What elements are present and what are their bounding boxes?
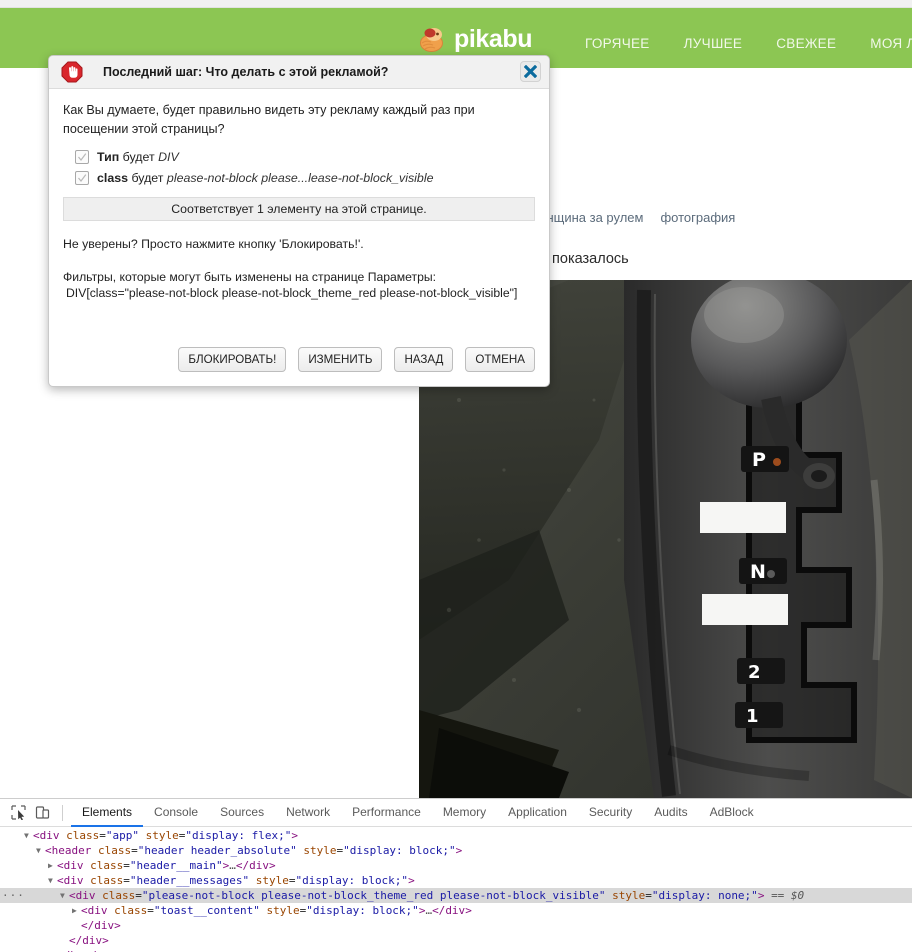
- screen: pikabu ГОРЯЧЕЕ ЛУЧШЕЕ СВЕЖЕЕ МОЯ ЛЕН ь? …: [0, 0, 912, 952]
- chevron-right-icon[interactable]: ▶: [48, 858, 57, 873]
- chevron-right-icon[interactable]: ▶: [72, 903, 81, 918]
- inspect-element-icon[interactable]: [6, 802, 30, 824]
- dom-node[interactable]: ▶ <div class="toast__content" style="disp…: [0, 903, 912, 918]
- dom-node[interactable]: </div>: [0, 918, 912, 933]
- tab-elements[interactable]: Elements: [71, 799, 143, 827]
- nav-item-best[interactable]: ЛУЧШЕЕ: [684, 36, 743, 51]
- nav-item-fresh[interactable]: СВЕЖЕЕ: [776, 36, 836, 51]
- dialog-title: Последний шаг: Что делать с этой рекламо…: [103, 65, 389, 79]
- tab-sources[interactable]: Sources: [209, 799, 275, 827]
- adblock-dialog: Последний шаг: Что делать с этой рекламо…: [48, 55, 550, 387]
- tab-application[interactable]: Application: [497, 799, 578, 827]
- chevron-down-icon[interactable]: ▼: [48, 873, 57, 888]
- pikabu-hedgehog-logo-icon: [418, 26, 445, 53]
- dom-tree[interactable]: ▼ <div class="app" style="display: flex;"…: [0, 827, 912, 952]
- nav-item-my-feed[interactable]: МОЯ ЛЕН: [870, 36, 912, 51]
- condition-verb: будет: [131, 171, 164, 185]
- dom-node[interactable]: </div>: [0, 933, 912, 948]
- dialog-body: Как Вы думаете, будет правильно видеть э…: [49, 89, 549, 300]
- condition-value: please-not-block please...lease-not-bloc…: [166, 171, 434, 185]
- condition-verb: будет: [122, 150, 155, 164]
- cancel-button[interactable]: ОТМЕНА: [465, 347, 535, 372]
- svg-text:P: P: [752, 449, 766, 471]
- dom-node-markup: <div class="header__messages" style="dis…: [57, 874, 415, 887]
- condition-row-class[interactable]: class будет please-not-block please...le…: [75, 170, 535, 186]
- edit-button[interactable]: ИЗМЕНИТЬ: [298, 347, 383, 372]
- dom-node[interactable]: </header>: [0, 948, 912, 952]
- nav-item-hot[interactable]: ГОРЯЧЕЕ: [585, 36, 650, 51]
- condition-list: Тип будет DIV class будет please-not-blo…: [63, 149, 535, 186]
- dom-node-markup: </header>: [57, 948, 117, 952]
- dom-node-menu-icon[interactable]: ···: [2, 888, 25, 903]
- tab-performance[interactable]: Performance: [341, 799, 432, 827]
- condition-row-type[interactable]: Тип будет DIV: [75, 149, 535, 165]
- devtools-tabs: Elements Console Sources Network Perform…: [71, 799, 765, 827]
- condition-key: class: [97, 171, 129, 185]
- dom-node-markup: <div class="please-not-block please-not-…: [69, 889, 805, 902]
- match-count-banner: Соответствует 1 элементу на этой страниц…: [63, 197, 535, 221]
- tab-adblock[interactable]: AdBlock: [699, 799, 765, 827]
- dom-node-markup: <div class="app" style="display: flex;">: [33, 829, 298, 842]
- svg-text:2: 2: [748, 662, 761, 683]
- devtools-panel: Elements Console Sources Network Perform…: [0, 798, 912, 952]
- tab-audits[interactable]: Audits: [643, 799, 698, 827]
- dom-node-markup: <div class="toast__content" style="displ…: [81, 904, 472, 917]
- block-button[interactable]: БЛОКИРОВАТЬ!: [178, 347, 287, 372]
- dom-node[interactable]: ▼ <div class="header__messages" style="di…: [0, 873, 912, 888]
- dom-node-markup: </div>: [69, 934, 109, 947]
- back-button[interactable]: НАЗАД: [394, 347, 454, 372]
- filters-label: Фильтры, которые могут быть изменены на …: [63, 270, 437, 284]
- tab-memory[interactable]: Memory: [432, 799, 497, 827]
- svg-text:1: 1: [746, 706, 759, 727]
- condition-key: Тип: [97, 150, 120, 164]
- dialog-hint: Не уверены? Просто нажмите кнопку 'Блоки…: [63, 237, 364, 251]
- checkbox-class[interactable]: [75, 171, 89, 185]
- checkbox-type[interactable]: [75, 150, 89, 164]
- dialog-titlebar: Последний шаг: Что делать с этой рекламо…: [49, 56, 549, 89]
- close-x-icon[interactable]: [520, 61, 541, 82]
- dom-node[interactable]: ▶ <div class="header__main">…</div>: [0, 858, 912, 873]
- adblock-stop-hand-icon: [61, 61, 83, 83]
- tab-security[interactable]: Security: [578, 799, 643, 827]
- chevron-down-icon[interactable]: ▼: [24, 828, 33, 843]
- toolbar-divider: [62, 804, 63, 821]
- chevron-down-icon[interactable]: ▼: [36, 843, 45, 858]
- dom-node-selected[interactable]: ··· ▼ <div class="please-not-block please-…: [0, 888, 912, 903]
- brand-name: pikabu: [454, 25, 533, 53]
- dialog-question: Как Вы думаете, будет правильно видеть э…: [63, 103, 475, 136]
- tab-console[interactable]: Console: [143, 799, 209, 827]
- chevron-down-icon[interactable]: ▼: [60, 888, 69, 903]
- dom-node-markup: </div>: [81, 919, 121, 932]
- site-nav: ГОРЯЧЕЕ ЛУЧШЕЕ СВЕЖЕЕ МОЯ ЛЕН: [585, 36, 912, 51]
- site-brand[interactable]: pikabu: [418, 25, 533, 53]
- dom-node-markup: <div class="header__main">…</div>: [57, 859, 276, 872]
- dom-node[interactable]: ▼ <div class="app" style="display: flex;"…: [0, 828, 912, 843]
- dom-node-markup: <header class="header header_absolute" s…: [45, 844, 463, 857]
- devtools-toolbar: Elements Console Sources Network Perform…: [0, 799, 912, 827]
- svg-text:N: N: [750, 561, 766, 583]
- filter-selector-text: DIV[class="please-not-block please-not-b…: [66, 286, 518, 300]
- device-toolbar-icon[interactable]: [30, 802, 54, 824]
- dialog-button-row: БЛОКИРОВАТЬ! ИЗМЕНИТЬ НАЗАД ОТМЕНА: [49, 347, 549, 372]
- condition-value: DIV: [158, 150, 179, 164]
- tab-network[interactable]: Network: [275, 799, 341, 827]
- post-tag[interactable]: фотография: [660, 210, 735, 225]
- top-strip: [0, 0, 912, 8]
- dom-node[interactable]: ▼ <header class="header header_absolute" …: [0, 843, 912, 858]
